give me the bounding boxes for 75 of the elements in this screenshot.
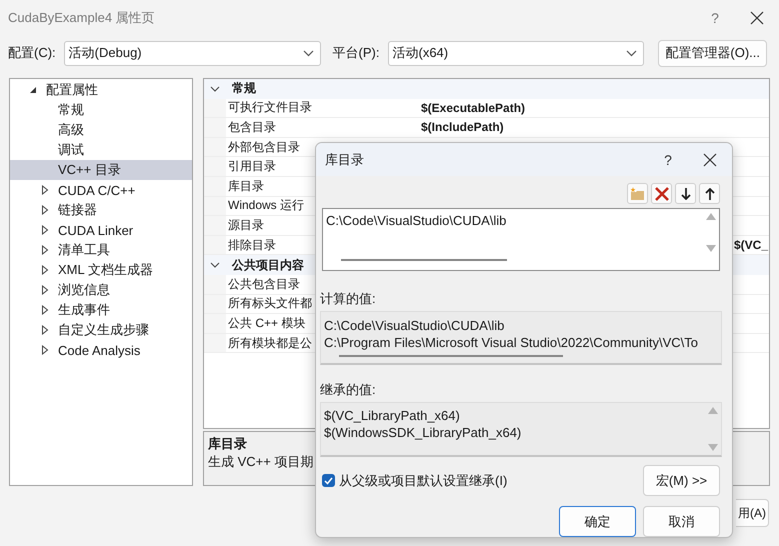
horizontal-scrollbar[interactable] [339, 355, 563, 358]
move-down-button[interactable] [675, 183, 696, 204]
chevron-down-icon[interactable] [210, 260, 220, 270]
property-name[interactable]: 所有标头文件都 [228, 295, 312, 312]
horizontal-scrollbar[interactable] [341, 258, 507, 261]
macro-button[interactable]: 宏(M) >> [643, 465, 720, 496]
category-name: 常规 [232, 80, 256, 98]
property-value[interactable]: $(IncludePath) [421, 120, 504, 134]
inherited-value: $(WindowsSDK_LibraryPath_x64) [324, 424, 522, 442]
inherited-value: $(VC_LibraryPath_x64) [324, 407, 461, 424]
property-name[interactable]: 公共 C++ 模块 [228, 314, 306, 332]
property-name[interactable]: 引用目录 [228, 158, 276, 176]
property-value[interactable]: $(ExecutablePath) [421, 100, 526, 115]
category-name: 公共项目内容 [232, 256, 304, 274]
tree-item[interactable]: CUDA C/C++ [10, 180, 192, 200]
property-value[interactable]: $(VC_ [734, 238, 768, 252]
tree-item[interactable]: 链接器 [10, 200, 192, 220]
tree-item[interactable]: 高级 [10, 120, 192, 140]
ok-button[interactable]: 确定 [559, 506, 636, 537]
property-name[interactable]: 公共包含目录 [228, 276, 300, 293]
directory-entry[interactable]: C:\Code\VisualStudio\CUDA\lib [326, 212, 700, 229]
platform-dropdown[interactable]: 活动(x64) [388, 40, 644, 66]
tree-item[interactable]: XML 文档生成器 [10, 260, 192, 280]
inherited-label: 继承的值: [319, 381, 377, 400]
property-row[interactable]: 可执行文件目录 $(ExecutablePath) [204, 98, 769, 118]
description-title: 库目录 [208, 435, 247, 454]
category-row[interactable]: 常规 [204, 79, 769, 99]
close-icon[interactable] [750, 11, 764, 25]
help-button[interactable]: ? [695, 10, 735, 26]
directory-list[interactable]: C:\Code\VisualStudio\CUDA\lib [322, 208, 720, 271]
tree-item[interactable]: CUDA Linker [10, 220, 192, 240]
tree-item[interactable]: 常规 [10, 100, 192, 120]
tree-item[interactable]: Code Analysis [10, 340, 192, 360]
tree-item[interactable]: 清单工具 [10, 240, 192, 260]
property-name[interactable]: 外部包含目录 [228, 138, 300, 156]
tree-item[interactable]: 浏览信息 [10, 280, 192, 300]
close-icon[interactable] [703, 152, 717, 166]
property-name[interactable]: 所有模块都是公 [228, 334, 312, 352]
config-label: 配置(C): [8, 44, 56, 62]
property-row[interactable]: 包含目录 $(IncludePath) [204, 118, 769, 138]
config-dropdown[interactable]: 活动(Debug) [64, 40, 321, 66]
computed-value: C:\Code\VisualStudio\CUDA\lib [324, 316, 506, 334]
chevron-down-icon[interactable] [210, 84, 220, 94]
arrow-up-icon [704, 188, 714, 200]
property-name[interactable]: 排除目录 [228, 236, 276, 254]
property-name[interactable]: 可执行文件目录 [228, 99, 312, 116]
computed-label: 计算的值: [319, 290, 377, 308]
tree-item[interactable]: 配置属性 [10, 80, 192, 100]
cancel-button[interactable]: 取消 [643, 506, 720, 537]
collapse-icon[interactable] [28, 85, 38, 95]
apply-button[interactable]: 用(A) [736, 499, 769, 527]
property-name[interactable]: Windows 运行 [228, 197, 304, 214]
config-manager-button[interactable]: 配置管理器(O)... [658, 40, 767, 66]
delete-button[interactable] [651, 183, 672, 204]
dialog-title: 库目录 [325, 150, 365, 168]
inherit-label[interactable]: 从父级或项目默认设置继承(I) [339, 472, 508, 490]
chevron-down-icon [302, 50, 314, 56]
property-name[interactable]: 库目录 [228, 178, 264, 195]
arrow-down-icon [680, 188, 690, 200]
tree-item[interactable]: VC++ 目录 [10, 160, 192, 180]
computed-value: C:\Program Files\Microsoft Visual Studio\2022\Community\VC\To [324, 334, 700, 351]
move-up-button[interactable] [699, 183, 720, 204]
tree-item[interactable]: 调试 [10, 140, 192, 160]
chevron-down-icon [626, 50, 638, 56]
inherit-checkbox[interactable] [322, 474, 335, 487]
property-name[interactable]: 包含目录 [228, 118, 276, 136]
platform-label: 平台(P): [332, 44, 380, 62]
window-title: CudaByExample4 属性页 [8, 9, 156, 27]
description-text: 生成 VC++ 项目期 [208, 453, 314, 472]
tree-item[interactable]: 生成事件 [10, 300, 192, 320]
folder-icon [630, 186, 645, 200]
help-button[interactable]: ? [648, 152, 688, 168]
delete-icon [654, 186, 668, 200]
property-name[interactable]: 源目录 [228, 216, 264, 234]
tree-item[interactable]: 自定义生成步骤 [10, 320, 192, 340]
